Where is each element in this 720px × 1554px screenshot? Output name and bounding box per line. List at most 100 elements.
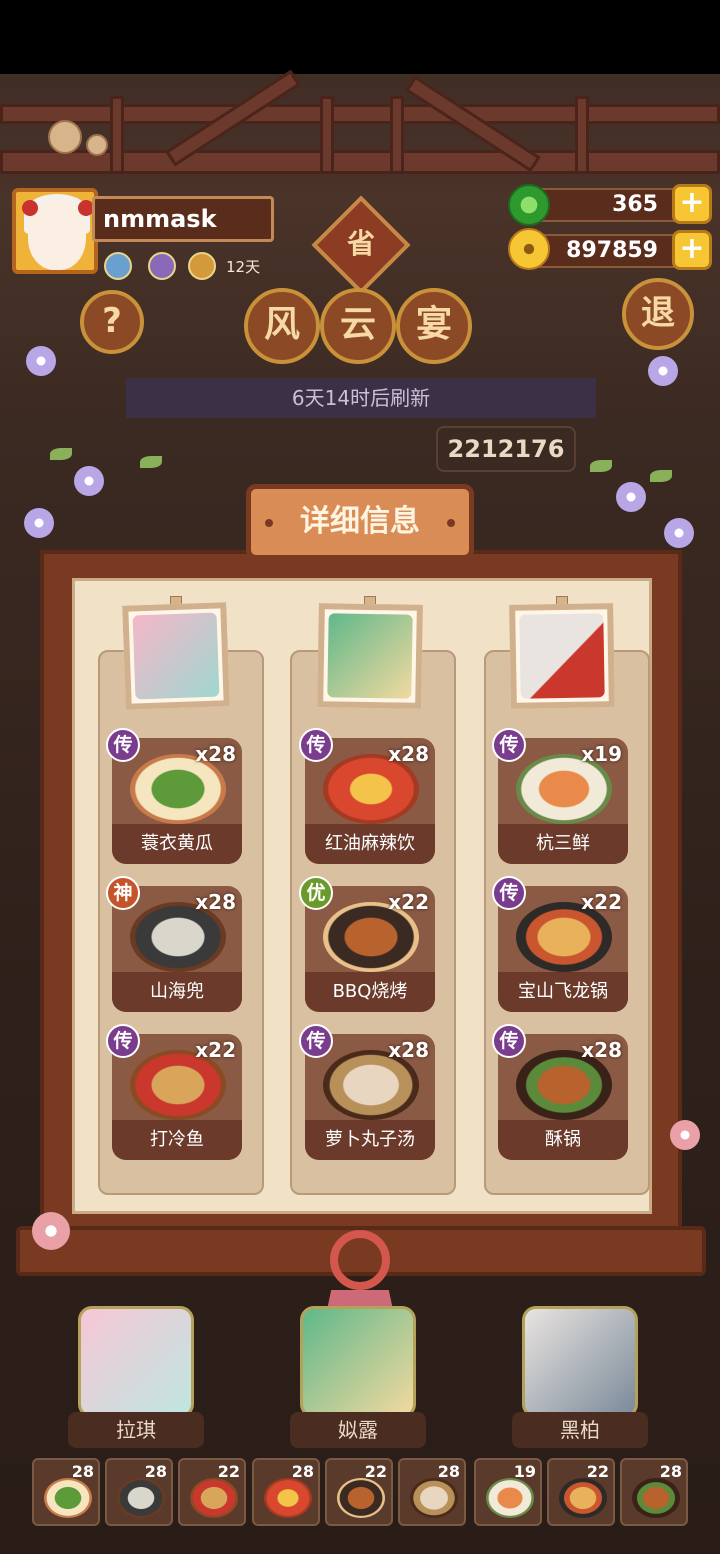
details-title-text: 详细信息: [300, 504, 420, 539]
leaf-decoration-icon: [590, 460, 612, 472]
dish-card[interactable]: 传 x28 蓑衣黄瓜: [106, 728, 242, 864]
slot-quantity: 28: [659, 1462, 682, 1481]
add-coins-button[interactable]: +: [672, 230, 712, 270]
dish-name: 蓑衣黄瓜: [112, 824, 242, 864]
dish-card[interactable]: 神 x28 山海兜: [106, 876, 242, 1012]
slot-dish-image: [44, 1478, 92, 1518]
roof-post: [110, 96, 124, 174]
dish-name: 宝山飞龙锅: [498, 972, 628, 1012]
slot-dish-image: [337, 1478, 385, 1518]
dish-quantity: x22: [388, 890, 429, 914]
character-name: 姒露: [290, 1412, 426, 1448]
rarity-badge: 传: [299, 728, 333, 762]
roof-post: [320, 96, 334, 174]
character-portrait[interactable]: [509, 603, 615, 709]
slot-dish-image: [117, 1478, 165, 1518]
dish-card[interactable]: 传 x19 杭三鲜: [492, 728, 628, 864]
flower-decoration-icon: [616, 482, 646, 512]
roof-beam-bottom: [0, 150, 720, 174]
buff-icon[interactable]: [148, 252, 176, 280]
slot-dish-image: [559, 1478, 607, 1518]
slot-quantity: 22: [217, 1462, 240, 1481]
dish-name: BBQ烧烤: [305, 972, 435, 1012]
blossom-decoration-icon: [32, 1212, 70, 1250]
dish-slot[interactable]: 22: [325, 1458, 393, 1526]
character-card[interactable]: [78, 1306, 194, 1418]
exit-button[interactable]: 退: [622, 278, 694, 350]
rarity-badge: 传: [106, 1024, 140, 1058]
dish-name: 萝卜丸子汤: [305, 1120, 435, 1160]
dish-quantity: x22: [581, 890, 622, 914]
slot-dish-image: [632, 1478, 680, 1518]
dish-card[interactable]: 传 x28 红油麻辣饮: [299, 728, 435, 864]
dish-slot[interactable]: 28: [105, 1458, 173, 1526]
slot-quantity: 28: [291, 1462, 314, 1481]
dish-card[interactable]: 优 x22 BBQ烧烤: [299, 876, 435, 1012]
slot-dish-image: [190, 1478, 238, 1518]
dish-quantity: x28: [195, 890, 236, 914]
jade-icon: [508, 184, 550, 226]
chick-ornament-icon: [86, 134, 108, 156]
dish-slot[interactable]: 28: [252, 1458, 320, 1526]
dish-name: 打冷鱼: [112, 1120, 242, 1160]
dish-card[interactable]: 传 x22 宝山飞龙锅: [492, 876, 628, 1012]
leaf-decoration-icon: [650, 470, 672, 482]
header-dot: [265, 519, 273, 527]
dish-slot[interactable]: 22: [547, 1458, 615, 1526]
leaf-decoration-icon: [140, 456, 162, 468]
dish-quantity: x19: [581, 742, 622, 766]
event-title-char: 风: [244, 288, 320, 364]
dish-card[interactable]: 传 x28 酥锅: [492, 1024, 628, 1160]
portrait-image: [327, 613, 413, 699]
rarity-badge: 传: [492, 876, 526, 910]
dish-slot[interactable]: 28: [32, 1458, 100, 1526]
blossom-decoration-icon: [670, 1120, 700, 1150]
dish-slot[interactable]: 28: [620, 1458, 688, 1526]
slot-quantity: 28: [144, 1462, 167, 1481]
dish-quantity: x28: [388, 742, 429, 766]
header-dot: [447, 519, 455, 527]
help-button[interactable]: ?: [80, 290, 144, 354]
dish-slot[interactable]: 28: [398, 1458, 466, 1526]
add-jade-button[interactable]: +: [672, 184, 712, 224]
slot-quantity: 19: [513, 1462, 536, 1481]
dish-name: 杭三鲜: [498, 824, 628, 864]
status-bar: [0, 0, 720, 74]
province-label: 省: [346, 227, 375, 260]
character-card[interactable]: [300, 1306, 416, 1418]
rarity-badge: 神: [106, 876, 140, 910]
avatar-bow-icon: [22, 200, 38, 216]
event-title-char: 云: [320, 288, 396, 364]
key-icon[interactable]: [188, 252, 216, 280]
dish-quantity: x28: [581, 1038, 622, 1062]
dish-name: 酥锅: [498, 1120, 628, 1160]
score-display: 2212176: [436, 426, 576, 472]
boost-icon[interactable]: [104, 252, 132, 280]
coin-icon: [508, 228, 550, 270]
character-portrait[interactable]: [317, 603, 423, 709]
dish-quantity: x28: [195, 742, 236, 766]
character-card[interactable]: [522, 1306, 638, 1418]
player-name[interactable]: nmmask: [92, 196, 274, 242]
character-name: 黑柏: [512, 1412, 648, 1448]
details-title: 详细信息: [246, 484, 474, 560]
flower-decoration-icon: [24, 508, 54, 538]
slot-quantity: 28: [437, 1462, 460, 1481]
player-avatar[interactable]: [12, 188, 98, 274]
days-counter: 12天: [226, 258, 261, 276]
slot-dish-image: [264, 1478, 312, 1518]
roof-beam-top: [0, 104, 720, 124]
dish-card[interactable]: 传 x28 萝卜丸子汤: [299, 1024, 435, 1160]
dish-slot[interactable]: 22: [178, 1458, 246, 1526]
dish-card[interactable]: 传 x22 打冷鱼: [106, 1024, 242, 1160]
dish-slot[interactable]: 19: [474, 1458, 542, 1526]
character-portrait[interactable]: [122, 602, 230, 710]
dish-name: 山海兜: [112, 972, 242, 1012]
flower-decoration-icon: [74, 466, 104, 496]
dish-quantity: x22: [195, 1038, 236, 1062]
rarity-badge: 传: [492, 1024, 526, 1058]
portrait-image: [519, 613, 605, 699]
game-screen: nmmask 12天 365 + 897859 + ? 退 省 风 云 宴 6天…: [0, 0, 720, 1554]
slot-dish-image: [486, 1478, 534, 1518]
slot-quantity: 28: [71, 1462, 94, 1481]
